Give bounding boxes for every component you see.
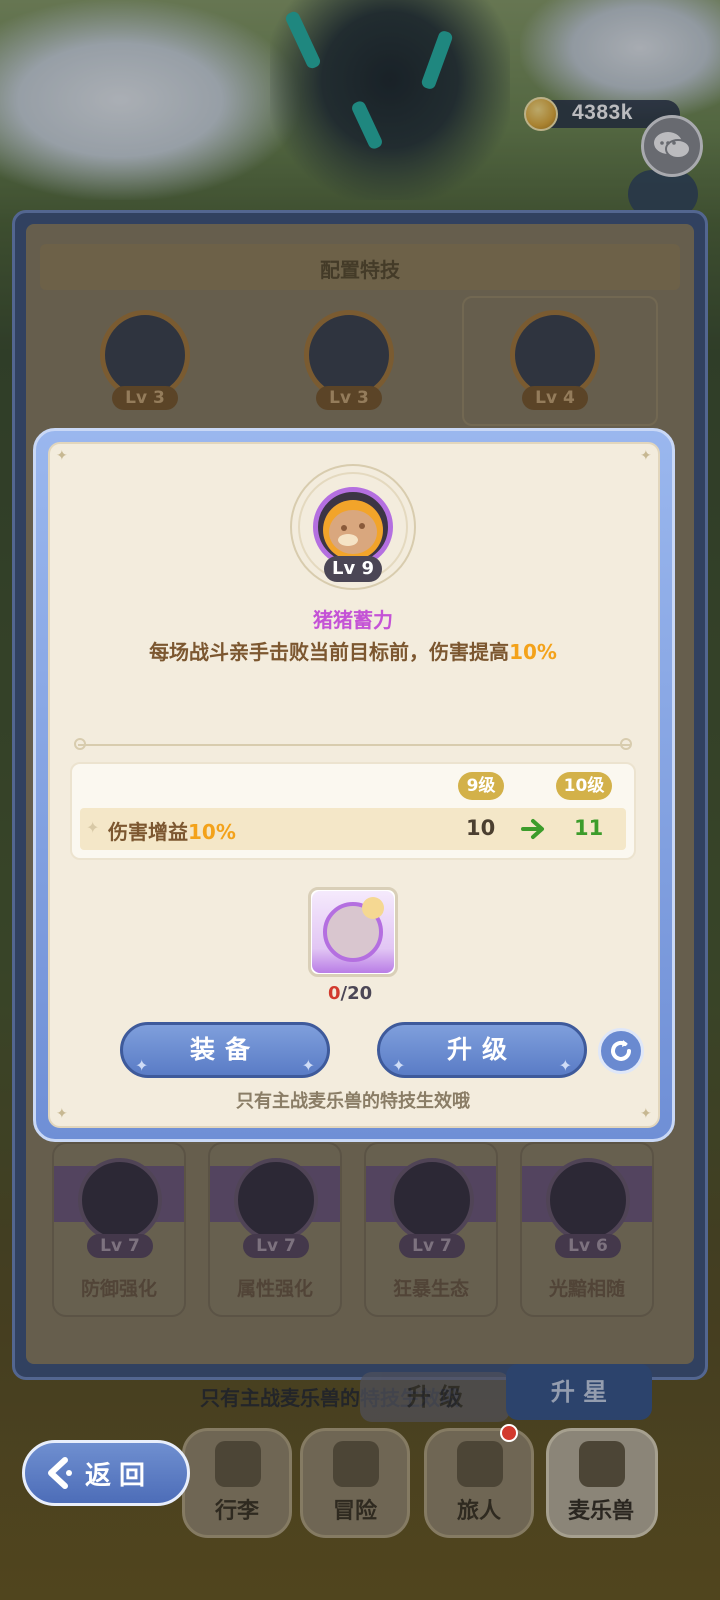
nav-label: 麦乐兽 <box>567 1499 634 1524</box>
corner-ornament-icon: ✦ <box>56 448 68 464</box>
material-count: 0/20 <box>328 983 372 1004</box>
back-arrow-icon <box>39 1452 81 1494</box>
diamond-icon: ✦ <box>558 1056 572 1075</box>
refresh-icon <box>611 1040 631 1061</box>
nav-label: 行李 <box>214 1499 259 1524</box>
upgrade-button-label: 升级 <box>446 1035 517 1064</box>
stat-current-value: 10 <box>466 816 496 840</box>
refresh-button[interactable] <box>598 1028 644 1074</box>
stat-label-value: 10% <box>188 820 236 844</box>
skill-description-value: 10% <box>509 640 557 664</box>
skill-portrait <box>313 487 393 567</box>
portrait-level: Lv 9 <box>324 556 382 582</box>
character-icon <box>457 1441 503 1487</box>
stat-next-value: 11 <box>574 816 604 840</box>
diamond-icon: ✦ <box>135 1056 149 1075</box>
skill-name: 猪猪蓄力 <box>313 608 393 632</box>
pig-charge-icon <box>323 500 383 560</box>
nav-label: 冒险 <box>332 1499 377 1524</box>
flower-icon <box>362 897 384 919</box>
corner-ornament-icon: ✦ <box>640 448 652 464</box>
material-owned: 0 <box>328 983 341 1004</box>
stat-label-text: 伤害增益 <box>108 820 188 844</box>
equip-hint: 只有主战麦乐兽的特技生效哦 <box>236 1091 470 1112</box>
back-button-label: 返回 <box>85 1460 154 1491</box>
notification-dot <box>500 1424 518 1442</box>
divider <box>78 744 630 746</box>
upgrade-button[interactable]: ✦ 升级 ✦ <box>377 1022 587 1078</box>
back-button[interactable]: 返回 <box>22 1440 190 1506</box>
divider-ornament <box>74 738 86 750</box>
chest-icon <box>215 1441 261 1487</box>
diamond-icon: ✦ <box>392 1056 406 1075</box>
nav-item-traveler[interactable]: 旅人 <box>424 1428 534 1538</box>
equip-button[interactable]: ✦ 装备 ✦ <box>120 1022 330 1078</box>
arrow-right-icon <box>521 819 544 839</box>
fox-pet-icon <box>579 1441 625 1487</box>
skill-description-text: 每场战斗亲手击败当前目标前，伤害提高 <box>149 640 510 664</box>
stat-label: 伤害增益10% <box>108 816 236 845</box>
diamond-icon: ✦ <box>301 1056 315 1075</box>
nav-item-adventure[interactable]: 冒险 <box>300 1428 410 1538</box>
nav-item-luggage[interactable]: 行李 <box>182 1428 292 1538</box>
material-required: /20 <box>340 983 373 1004</box>
nav-item-pet[interactable]: 麦乐兽 <box>546 1428 658 1538</box>
current-level-pill: 9级 <box>458 772 504 800</box>
nav-label: 旅人 <box>456 1499 501 1524</box>
skill-description: 每场战斗亲手击败当前目标前，伤害提高10% <box>0 636 706 665</box>
divider-ornament <box>620 738 632 750</box>
crossed-swords-icon <box>333 1441 379 1487</box>
diamond-bullet-icon: ✦ <box>86 818 100 837</box>
next-level-pill: 10级 <box>556 772 612 800</box>
equip-button-label: 装备 <box>189 1035 260 1064</box>
